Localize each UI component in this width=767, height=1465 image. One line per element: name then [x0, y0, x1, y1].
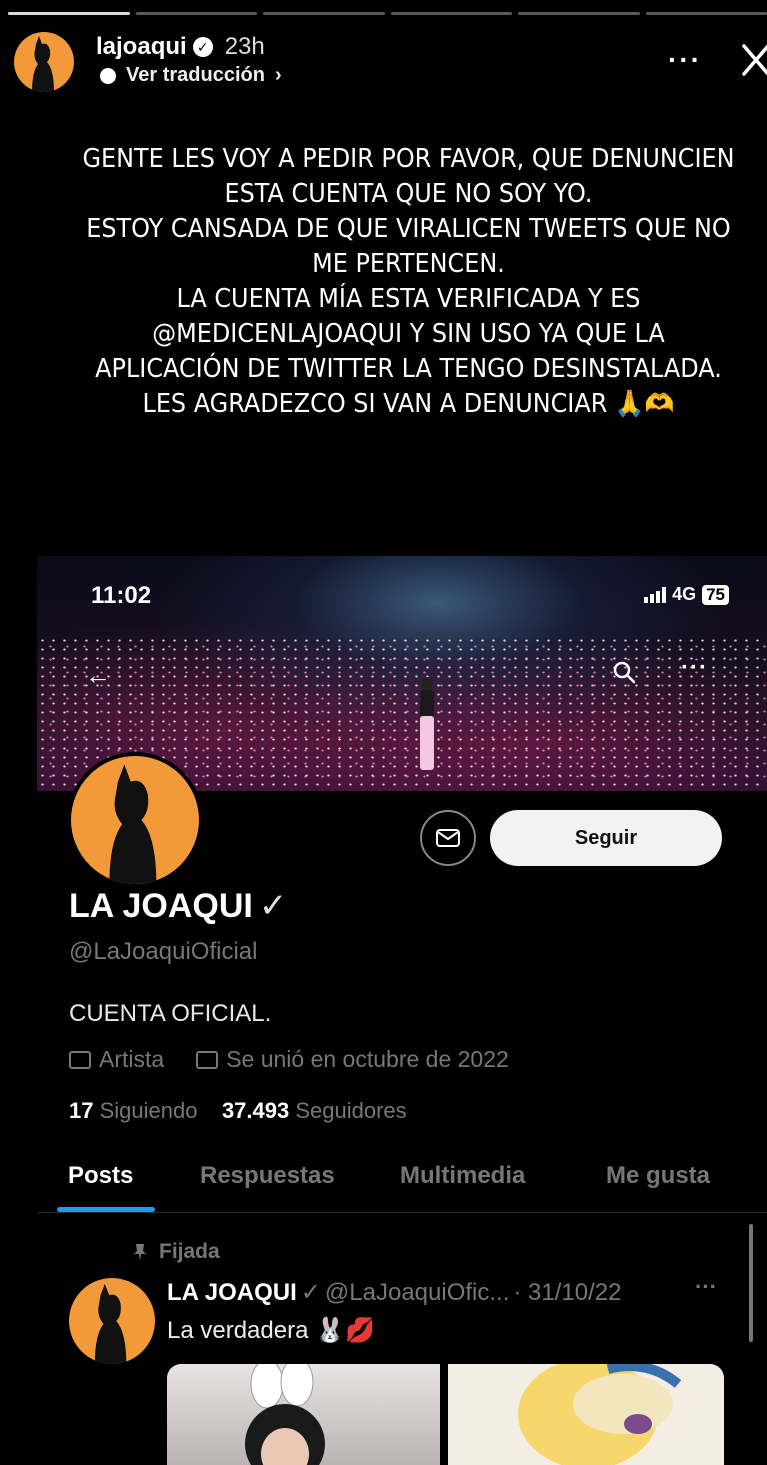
follow-button[interactable]: Seguir — [490, 810, 722, 866]
tweet-more-icon[interactable]: ··· — [695, 1274, 717, 1300]
story-avatar[interactable] — [14, 32, 74, 92]
story-text-line: LES AGRADEZCO SI VAN A DENUNCIAR 🙏🫶 — [142, 389, 675, 419]
tab-respuestas[interactable]: Respuestas — [200, 1162, 335, 1190]
followers-count: 37.493 — [221, 1098, 290, 1123]
more-options-icon[interactable]: ··· — [668, 44, 702, 76]
translate-icon — [100, 67, 116, 84]
status-icons: 4G 75 — [644, 584, 729, 605]
followers-link[interactable]: 37.493 Seguidores — [222, 1098, 407, 1123]
progress-segment — [135, 12, 257, 15]
tweet-date: · 31/10/22 — [513, 1278, 622, 1306]
story-text-line: ESTOY CANSADA DE QUE VIRALICEN TWEETS QU… — [86, 214, 731, 244]
progress-segment — [8, 12, 130, 15]
mail-icon — [436, 829, 460, 847]
translate-link[interactable]: Ver traducción › — [100, 64, 282, 87]
profile-avatar[interactable] — [67, 752, 203, 888]
progress-segment — [390, 12, 512, 15]
tab-multimedia[interactable]: Multimedia — [400, 1162, 525, 1190]
profile-meta: Artista Se unió en octubre de 2022 — [69, 1046, 509, 1073]
network-label: 4G — [672, 584, 697, 604]
close-icon[interactable] — [740, 38, 767, 82]
tweet-header: LA JOAQUI ✓ @LaJoaquiOfic... · 31/10/22 — [167, 1278, 621, 1307]
silhouette-icon — [94, 1283, 127, 1364]
briefcase-icon — [69, 1050, 91, 1069]
following-link[interactable]: 17 Siguiendo — [69, 1098, 197, 1123]
profile-name: LA JOAQUI — [69, 886, 253, 925]
story-text-line: APLICACIÓN DE TWITTER LA TENGO DESINSTAL… — [95, 354, 722, 384]
twitter-profile-screenshot: 11:02 4G 75 ← ··· Seguir LA JOAQUI ✓ @La… — [37, 556, 767, 1465]
status-time: 11:02 — [91, 582, 152, 609]
profile-tabs: Posts Respuestas Multimedia Me gusta — [37, 1154, 767, 1213]
profile-handle: @LaJoaquiOficial — [69, 938, 258, 965]
followers-label: Seguidores — [295, 1098, 407, 1123]
tab-posts[interactable]: Posts — [68, 1162, 133, 1190]
verified-badge-icon: ✓ — [192, 37, 213, 57]
tweet-handle: @LaJoaquiOfic... — [324, 1278, 510, 1306]
story-text-line: ME PERTENCEN. — [312, 249, 505, 279]
pinned-label: Fijada — [159, 1240, 220, 1263]
profile-stats: 17 Siguiendo 37.493 Seguidores — [69, 1098, 407, 1124]
story-header[interactable]: lajoaqui ✓ 23h — [96, 33, 265, 61]
story-text-line: GENTE LES VOY A PEDIR POR FAVOR, QUE DEN… — [82, 144, 735, 174]
active-tab-indicator — [57, 1207, 155, 1212]
chevron-right-icon: › — [274, 64, 282, 86]
search-icon[interactable] — [612, 660, 636, 684]
story-username[interactable]: lajoaqui — [96, 33, 187, 61]
silhouette-icon — [109, 764, 157, 884]
silhouette-icon — [32, 36, 54, 92]
progress-segment — [263, 12, 385, 15]
tweet-media-cartoon[interactable] — [448, 1364, 724, 1465]
profile-joined: Se unió en octubre de 2022 — [226, 1046, 509, 1072]
story-progress-bar — [8, 12, 767, 15]
tweet-author[interactable]: LA JOAQUI — [167, 1279, 297, 1307]
calendar-icon — [196, 1050, 219, 1069]
tweet-avatar[interactable] — [69, 1278, 155, 1364]
battery-icon: 75 — [702, 584, 729, 605]
following-count: 17 — [69, 1098, 94, 1123]
cartoon-image — [518, 1364, 682, 1465]
profile-name-row: LA JOAQUI ✓ — [69, 886, 287, 926]
story-text-line: @MEDICENLAJOAQUI Y SIN USO YA QUE LA — [152, 319, 665, 349]
following-label: Siguiendo — [99, 1098, 198, 1123]
message-button[interactable] — [420, 810, 476, 866]
tweet-media-photo[interactable] — [167, 1364, 440, 1465]
pin-icon — [134, 1244, 146, 1261]
story-message: GENTE LES VOY A PEDIR POR FAVOR, QUE DEN… — [69, 142, 747, 422]
translate-label: Ver traducción — [126, 64, 265, 86]
signal-icon — [644, 586, 667, 603]
story-time: 23h — [224, 33, 265, 60]
more-icon[interactable]: ··· — [681, 654, 708, 682]
pinned-label-row: Fijada — [133, 1240, 220, 1264]
tab-me-gusta[interactable]: Me gusta — [606, 1162, 710, 1190]
progress-segment — [518, 12, 640, 15]
progress-segment — [645, 12, 767, 15]
profile-bio: CUENTA OFICIAL. — [69, 1000, 272, 1027]
profile-category: Artista — [99, 1046, 165, 1072]
scrollbar[interactable] — [749, 1224, 753, 1342]
tweet-text: La verdadera 🐰💋 — [167, 1317, 375, 1344]
check-icon: ✓ — [300, 1279, 321, 1306]
check-icon: ✓ — [258, 887, 288, 925]
performer-figure — [420, 677, 434, 770]
bunny-ears-photo — [245, 1364, 325, 1465]
story-text-line: ESTA CUENTA QUE NO SOY YO. — [224, 179, 593, 209]
story-text-line: LA CUENTA MÍA ESTA VERIFICADA Y ES — [176, 284, 641, 314]
back-arrow-icon[interactable]: ← — [85, 660, 111, 691]
